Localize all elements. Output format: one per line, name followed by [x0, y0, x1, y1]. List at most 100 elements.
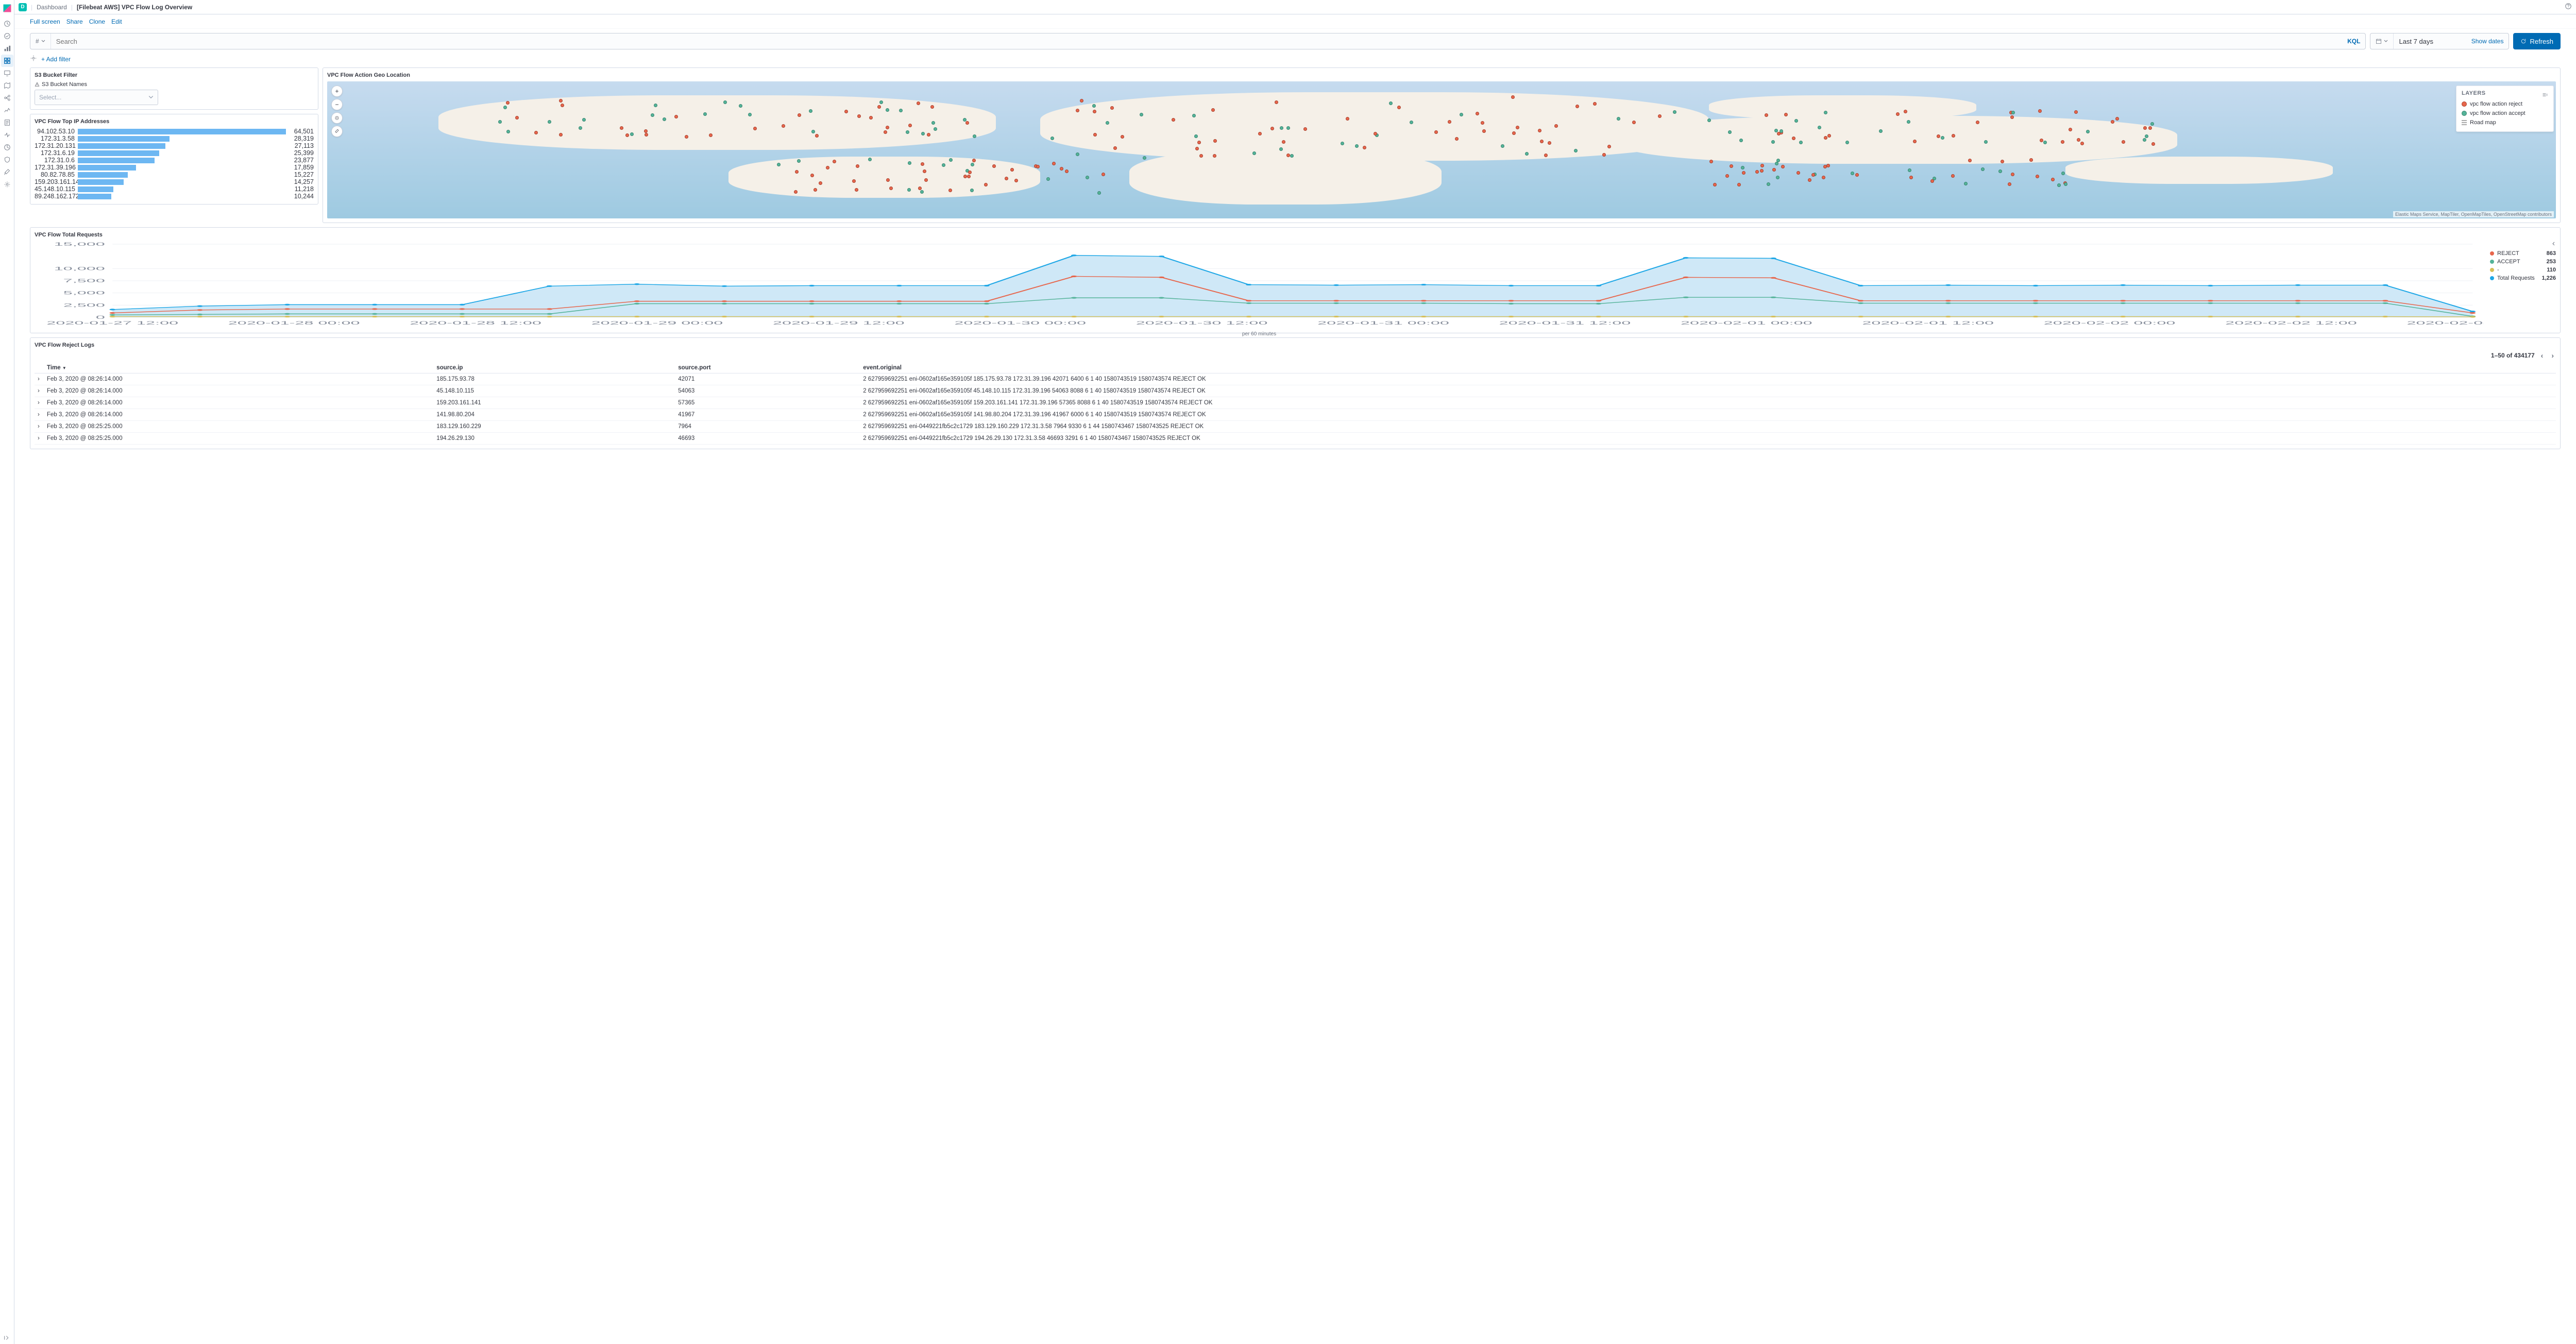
share-link[interactable]: Share: [66, 18, 83, 25]
breadcrumb-app[interactable]: Dashboard: [37, 4, 67, 11]
management-icon[interactable]: [1, 178, 13, 191]
panel-top-ip: VPC Flow Top IP Addresses 94.102.53.1064…: [30, 114, 318, 205]
legend-dot: [2490, 251, 2494, 256]
svg-text:0: 0: [96, 315, 105, 320]
map-dot: [2077, 138, 2080, 142]
map-dot: [918, 186, 922, 190]
discover-icon[interactable]: [1, 30, 13, 42]
legend-reject[interactable]: vpc flow action reject: [2462, 99, 2548, 109]
topip-row[interactable]: 45.148.10.11511,218: [35, 185, 314, 193]
topip-row[interactable]: 172.31.0.623,877: [35, 157, 314, 164]
chart-legend-row[interactable]: ACCEPT253: [2490, 258, 2556, 266]
logs-col[interactable]: event.original: [860, 363, 2556, 373]
map-dot: [1101, 173, 1105, 176]
siem-icon[interactable]: [1, 154, 13, 166]
map-dot: [1512, 131, 1516, 135]
chevron-left-icon[interactable]: [2552, 242, 2556, 246]
chart-legend-row[interactable]: -110: [2490, 266, 2556, 274]
logs-col[interactable]: source.port: [675, 363, 860, 373]
map-canvas[interactable]: + − LAYERS vpc flow action reject vpc f: [327, 81, 2556, 218]
canvas-icon[interactable]: [1, 67, 13, 79]
filter-settings-icon[interactable]: [30, 55, 37, 63]
refresh-button[interactable]: Refresh: [2513, 33, 2561, 49]
kibana-logo[interactable]: [2, 3, 12, 13]
map-dot: [1036, 165, 1040, 168]
map-dot: [809, 109, 812, 113]
prev-page-button[interactable]: ‹: [2539, 351, 2546, 360]
map-dot: [1981, 167, 1985, 171]
show-dates-link[interactable]: Show dates: [2466, 38, 2509, 45]
tools-button[interactable]: [331, 126, 343, 137]
ml-icon[interactable]: [1, 92, 13, 104]
legend-accept[interactable]: vpc flow action accept: [2462, 109, 2548, 118]
map-dot: [1781, 165, 1785, 168]
logs-col[interactable]: Time ▼: [44, 363, 433, 373]
map-dot: [2011, 111, 2015, 114]
topip-val: 14,257: [286, 178, 314, 185]
topip-row[interactable]: 159.203.161.14114,257: [35, 178, 314, 185]
expand-row-button[interactable]: ›: [35, 433, 44, 445]
search-input[interactable]: [51, 38, 2342, 45]
map-dot: [1010, 168, 1014, 172]
expand-row-button[interactable]: ›: [35, 373, 44, 385]
chart-plot[interactable]: 02,5005,0007,50010,00015,0002020-01-27 1…: [35, 241, 2484, 329]
logs-icon[interactable]: [1, 116, 13, 129]
filter-bar: + Add filter: [14, 54, 2576, 67]
topip-bar: [78, 158, 155, 163]
topip-row[interactable]: 172.31.20.13127,113: [35, 142, 314, 149]
s3-select[interactable]: Select...: [35, 90, 158, 105]
help-icon[interactable]: [2565, 3, 2572, 11]
kql-toggle[interactable]: KQL: [2342, 38, 2365, 45]
date-picker[interactable]: Last 7 days Show dates: [2370, 33, 2509, 49]
expand-row-button[interactable]: ›: [35, 421, 44, 433]
next-page-button[interactable]: ›: [2549, 351, 2556, 360]
topip-bar: [78, 143, 165, 149]
dashboard-icon[interactable]: [1, 55, 13, 67]
map-dot: [1818, 126, 1821, 129]
expand-row-button[interactable]: ›: [35, 409, 44, 421]
zoom-in-button[interactable]: +: [331, 86, 343, 97]
topip-ip: 172.31.20.131: [35, 142, 76, 149]
topip-row[interactable]: 94.102.53.1064,501: [35, 128, 314, 135]
topip-row[interactable]: 172.31.3.5828,319: [35, 135, 314, 142]
topip-row[interactable]: 80.82.78.8515,227: [35, 171, 314, 178]
maps-icon[interactable]: [1, 79, 13, 92]
map-dot: [1258, 132, 1262, 135]
fit-button[interactable]: [331, 112, 343, 124]
map-dot: [1511, 95, 1515, 99]
collapse-icon[interactable]: [1, 1332, 13, 1344]
filter-options-button[interactable]: #: [30, 33, 51, 49]
add-filter-link[interactable]: + Add filter: [41, 56, 71, 63]
topip-row[interactable]: 172.31.39.19617,859: [35, 164, 314, 171]
map-dot: [1199, 154, 1203, 158]
recent-icon[interactable]: [1, 18, 13, 30]
svg-text:2020-01-28 00:00: 2020-01-28 00:00: [228, 320, 360, 326]
chart-legend-row[interactable]: REJECT863: [2490, 249, 2556, 258]
map-dot: [1964, 182, 1968, 185]
map-dot: [506, 101, 510, 105]
zoom-out-button[interactable]: −: [331, 99, 343, 110]
logs-col[interactable]: source.ip: [433, 363, 675, 373]
map-dot: [852, 179, 856, 183]
metrics-icon[interactable]: [1, 104, 13, 116]
devtools-icon[interactable]: [1, 166, 13, 178]
edit-link[interactable]: Edit: [111, 18, 122, 25]
legend-road[interactable]: Road map: [2462, 118, 2548, 127]
chart-legend-row[interactable]: Total Requests1,226: [2490, 274, 2556, 282]
topip-row[interactable]: 172.31.6.1925,399: [35, 149, 314, 157]
expand-row-button[interactable]: ›: [35, 397, 44, 409]
map-legend: LAYERS vpc flow action reject vpc flow a…: [2456, 86, 2554, 132]
visualize-icon[interactable]: [1, 42, 13, 55]
expand-row-button[interactable]: ›: [35, 385, 44, 397]
fullscreen-link[interactable]: Full screen: [30, 18, 60, 25]
map-dot: [917, 101, 920, 105]
topip-ip: 172.31.39.196: [35, 164, 76, 171]
uptime-icon[interactable]: [1, 141, 13, 154]
apm-icon[interactable]: [1, 129, 13, 141]
map-dot: [1737, 183, 1741, 186]
layers-config-icon[interactable]: [2542, 92, 2548, 98]
map-dot: [1908, 168, 1911, 172]
map-dot: [1784, 113, 1788, 116]
topip-row[interactable]: 89.248.162.17210,244: [35, 193, 314, 200]
clone-link[interactable]: Clone: [89, 18, 105, 25]
